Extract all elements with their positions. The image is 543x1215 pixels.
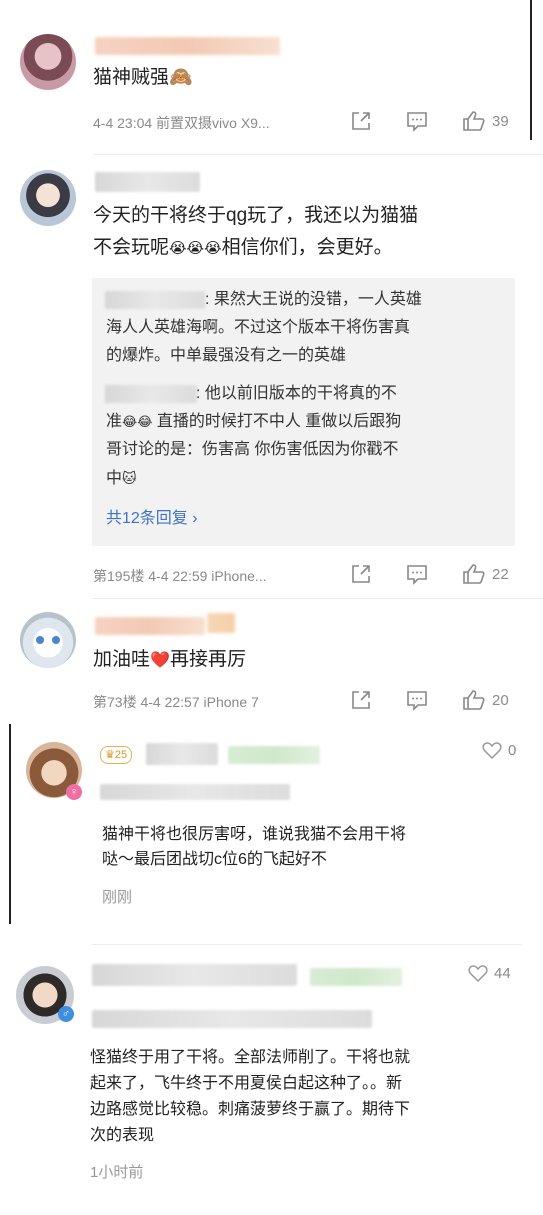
avatar[interactable] <box>20 170 76 226</box>
comment-icon <box>407 112 427 132</box>
heart-emoji-icon: ❤️ <box>150 652 170 669</box>
username-blurred[interactable] <box>92 964 297 986</box>
comment-text-line-2: 起来了，飞牛终于不用夏侯白起这种了。。新 <box>90 1075 403 1092</box>
comment-meta: 4-4 23:04 前置双摄vivo X9... <box>93 115 270 131</box>
user-info-blurred <box>100 784 290 800</box>
comment-text-line-1: 今天的干将终于qg玩了，我还以为猫猫 <box>93 205 419 226</box>
share-icon <box>352 112 370 130</box>
divider <box>93 154 543 155</box>
avatar[interactable] <box>20 34 76 90</box>
share-button[interactable] <box>350 689 372 711</box>
comment-meta: 第73楼 4-4 22:57 iPhone 7 <box>93 694 259 710</box>
reply-2-line-4: 中🐱 <box>106 470 137 487</box>
like-count: 0 <box>508 741 517 759</box>
reply-2-line-2: 准😂😂 直播的时候打不中人 重做以后跟狗 <box>106 413 402 430</box>
comment-time: 1小时前 <box>90 1164 144 1181</box>
share-button[interactable] <box>350 110 372 132</box>
comment-text-line-2: 不会玩呢😭😭😭相信你们，会更好。 <box>93 237 393 258</box>
divider <box>93 598 543 599</box>
comment-time: 刚刚 <box>102 889 133 906</box>
reply-1-line-1: : 果然大王说的没错，一人英雄 <box>205 291 422 308</box>
male-gender-icon: ♂ <box>58 1006 74 1022</box>
cat-emoji-icon: 🐱 <box>122 470 137 486</box>
view-more-replies-link[interactable]: 共12条回复 › <box>106 506 198 532</box>
female-gender-icon: ♀ <box>66 784 82 800</box>
reply-1-username-blurred[interactable] <box>105 291 205 309</box>
comment-icon <box>407 565 427 585</box>
reply-1-line-3: 的爆炸。中单最强没有之一的英雄 <box>106 347 347 364</box>
thumbs-up-icon <box>463 564 485 584</box>
share-icon <box>352 565 370 583</box>
share-button[interactable] <box>350 563 372 585</box>
scroll-indicator <box>530 0 532 140</box>
comment-button[interactable] <box>406 563 428 585</box>
like-count: 22 <box>492 565 509 583</box>
title-blurred <box>310 968 402 986</box>
comment-button[interactable] <box>406 110 428 132</box>
username-blurred[interactable] <box>95 617 205 635</box>
like-count: 39 <box>492 112 509 130</box>
like-button[interactable]: 0 <box>482 741 516 759</box>
comment-text: 加油哇❤️再接再厉 <box>93 649 246 670</box>
share-icon <box>352 691 370 709</box>
comment-text-line-3: 边路感觉比较稳。刺痛菠萝终于赢了。期待下 <box>90 1101 411 1118</box>
heart-outline-icon <box>468 965 488 982</box>
like-button[interactable]: 20 <box>462 689 509 711</box>
username-blurred[interactable] <box>146 743 218 765</box>
comment-text-line-1: 怪猫终于用了干将。全部法师削了。干将也就 <box>90 1049 411 1066</box>
reply-2-line-3: 哥讨论的是：伤害高 你伤害低因为你戳不 <box>106 441 399 458</box>
user-info-blurred <box>92 1010 372 1028</box>
like-button[interactable]: 39 <box>462 110 509 132</box>
comment-button[interactable] <box>406 689 428 711</box>
comment-meta: 第195楼 4-4 22:59 iPhone... <box>93 568 267 584</box>
comment-text-line-2: 哒～最后团战切c位6的飞起好不 <box>102 851 327 868</box>
left-border-line <box>9 724 11 924</box>
avatar[interactable] <box>20 612 76 668</box>
monkey-emoji-icon: 🙈 <box>169 67 193 88</box>
crying-emoji-icon: 😭😭😭 <box>169 240 222 257</box>
reply-2-username-blurred[interactable] <box>105 385 197 403</box>
vip-badge-blurred <box>207 613 235 633</box>
laughing-emoji-icon: 😂😂 <box>122 414 153 429</box>
comment-text: 猫神贼强🙈 <box>93 67 193 88</box>
heart-outline-icon <box>482 742 502 759</box>
reply-1-line-2: 海人人英雄海啊。不过这个版本干将伤害真 <box>106 319 411 336</box>
reply-2-line-1: : 他以前旧版本的干将真的不 <box>196 385 397 402</box>
like-button[interactable]: 44 <box>468 964 511 982</box>
like-button[interactable]: 22 <box>462 563 509 585</box>
divider <box>92 944 522 945</box>
like-count: 44 <box>494 964 511 982</box>
level-badge: ♛25 <box>100 746 133 764</box>
comment-icon <box>407 691 427 711</box>
username-blurred[interactable] <box>95 37 280 55</box>
thumbs-up-icon <box>463 111 485 131</box>
like-count: 20 <box>492 691 509 709</box>
comment-text-line-1: 猫神干将也很厉害呀，谁说我猫不会用干将 <box>102 826 407 843</box>
title-blurred <box>228 746 320 764</box>
thumbs-up-icon <box>463 690 485 710</box>
username-blurred[interactable] <box>95 172 200 192</box>
comment-text-line-4: 次的表现 <box>90 1127 155 1144</box>
